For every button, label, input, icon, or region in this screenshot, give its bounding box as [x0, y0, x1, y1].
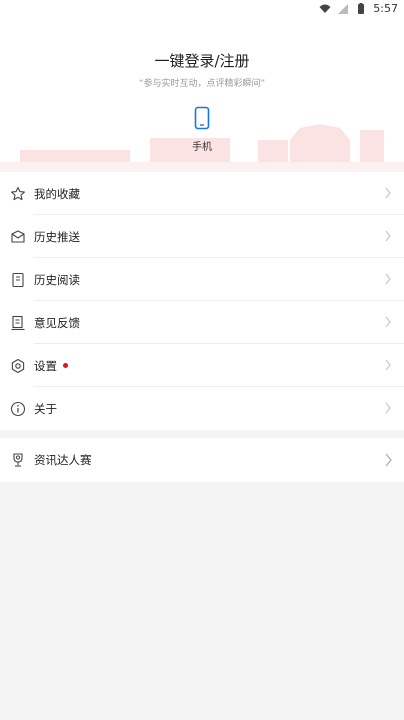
menu-item-settings[interactable]: 设置 — [0, 344, 404, 387]
menu-item-label: 历史推送 — [34, 229, 80, 244]
chevron-right-icon — [385, 402, 391, 414]
menu-item-feedback[interactable]: 意见反馈 — [0, 301, 404, 344]
phone-login-label: 手机 — [192, 142, 212, 153]
chevron-right-icon — [385, 453, 392, 467]
section-gap — [0, 430, 404, 438]
menu-item-label: 设置 — [34, 358, 57, 373]
battery-icon — [358, 2, 365, 14]
phone-login-button[interactable]: 手机 — [186, 106, 218, 162]
feedback-icon — [11, 315, 25, 330]
chevron-right-icon — [385, 187, 391, 199]
menu-item-news-contest[interactable]: 资讯达人赛 — [0, 438, 404, 482]
menu-item-history-push[interactable]: 历史推送 — [0, 215, 404, 258]
wifi-icon — [319, 4, 331, 13]
settings-icon — [11, 358, 25, 373]
phone-icon — [194, 106, 210, 130]
chevron-right-icon — [385, 273, 391, 285]
login-subtitle: “参与实时互动，点评精彩瞬间” — [138, 79, 266, 89]
login-register-title[interactable]: 一键登录/注册 — [0, 50, 404, 71]
chevron-right-icon — [385, 316, 391, 328]
menu-item-favorites[interactable]: 我的收藏 — [0, 172, 404, 215]
star-icon — [11, 186, 25, 200]
envelope-icon — [11, 229, 25, 243]
status-time: 5:57 — [373, 2, 398, 15]
notification-dot — [63, 363, 68, 368]
book-icon — [12, 272, 24, 287]
menu-item-label: 关于 — [34, 401, 57, 416]
login-header: 一键登录/注册 “参与实时互动，点评精彩瞬间” 手机 — [0, 20, 404, 170]
trophy-icon — [13, 453, 23, 467]
signal-icon — [338, 3, 349, 14]
menu-item-history-read[interactable]: 历史阅读 — [0, 258, 404, 301]
menu-item-label: 历史阅读 — [34, 272, 80, 287]
info-icon — [10, 401, 26, 416]
status-bar: 5:57 — [0, 0, 404, 20]
menu-item-label: 资讯达人赛 — [34, 453, 92, 467]
menu-item-label: 意见反馈 — [34, 315, 80, 330]
chevron-right-icon — [385, 359, 391, 371]
extra-list: 资讯达人赛 — [0, 438, 404, 482]
menu-list: 我的收藏 历史推送 历史阅读 意见反馈 设置 关于 — [0, 172, 404, 430]
menu-item-label: 我的收藏 — [34, 186, 80, 201]
chevron-right-icon — [385, 230, 391, 242]
menu-item-about[interactable]: 关于 — [0, 387, 404, 430]
